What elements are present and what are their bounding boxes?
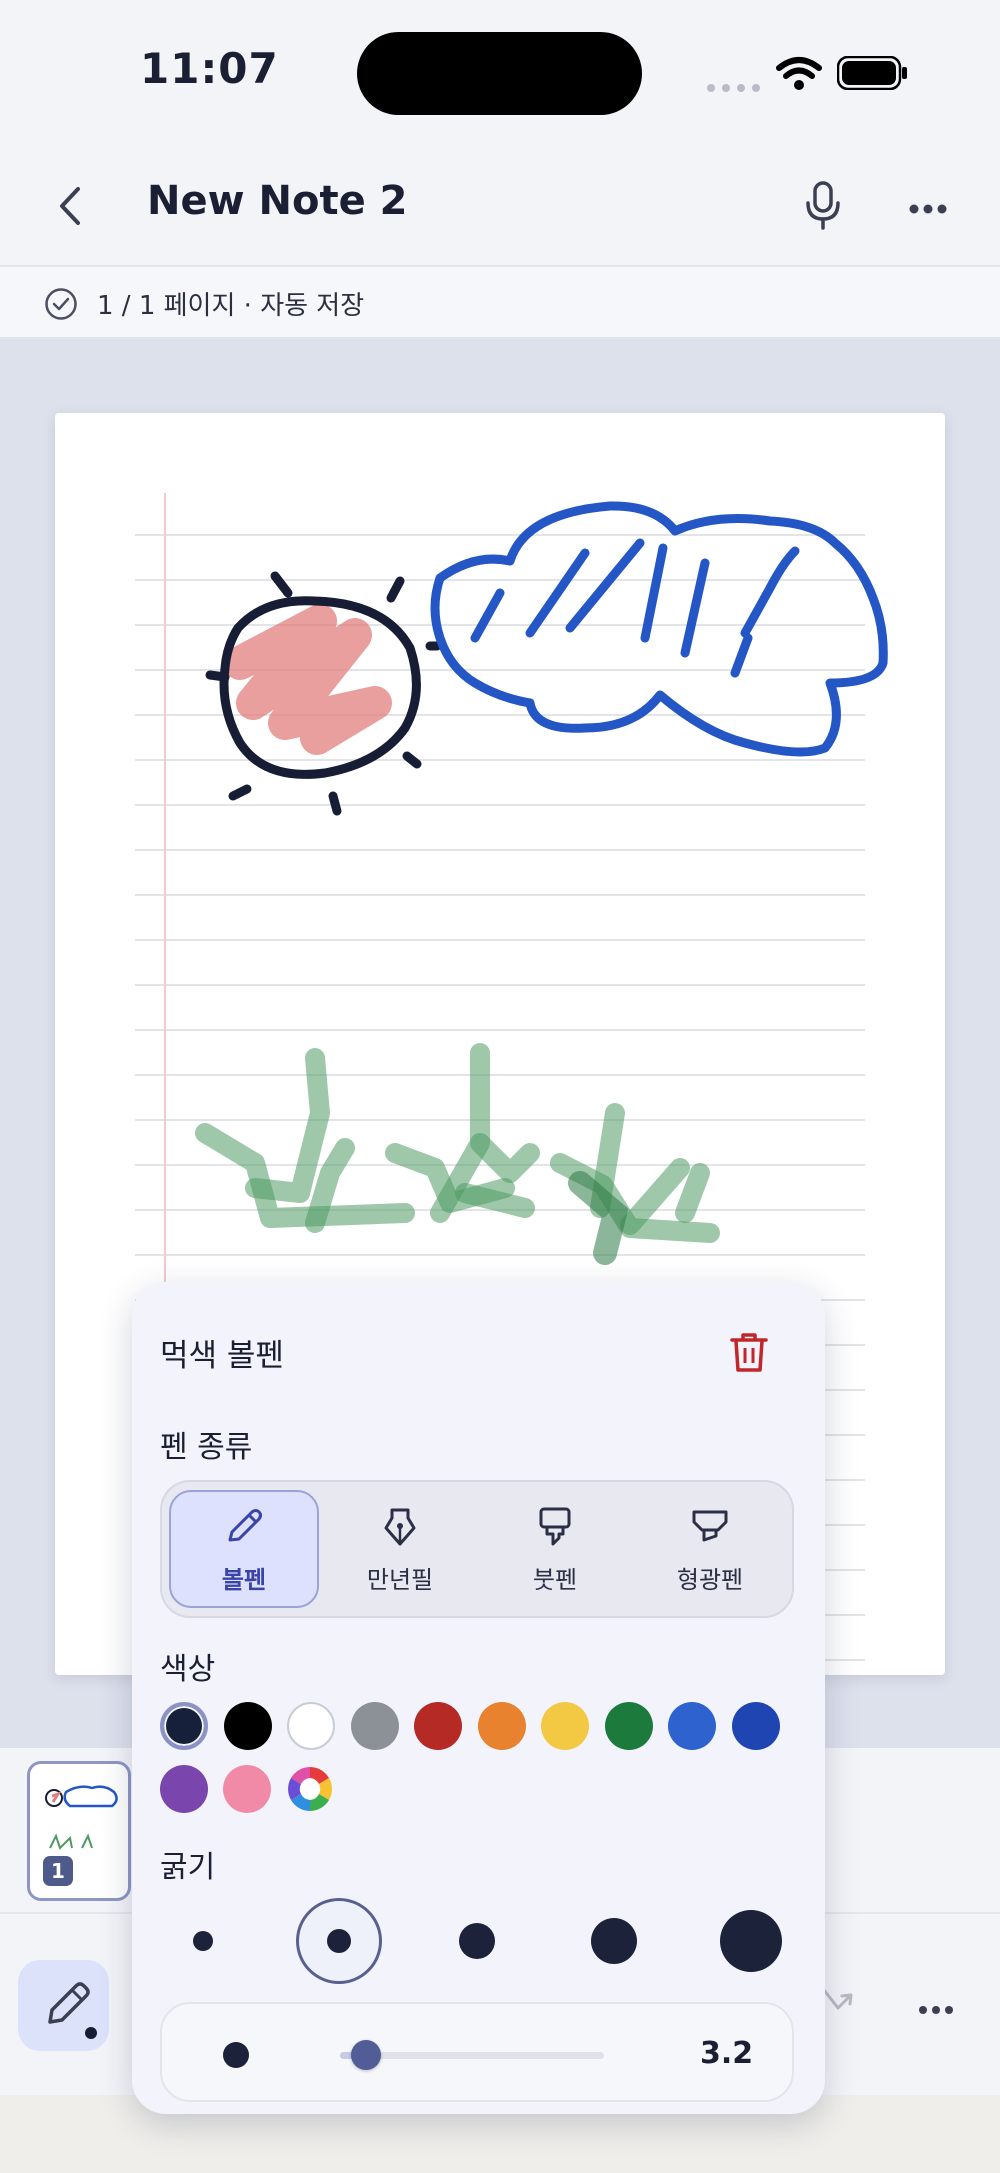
color-label: 색상 <box>160 1652 216 1687</box>
color-swatch[interactable] <box>414 1702 462 1750</box>
delete-pen-button[interactable] <box>728 1330 770 1374</box>
color-swatch[interactable] <box>350 1702 399 1750</box>
dynamic-island <box>357 32 642 115</box>
pen-type-ballpen[interactable]: 볼펜 <box>169 1490 319 1608</box>
highlighter-icon <box>688 1504 732 1552</box>
color-swatch[interactable] <box>160 1765 208 1813</box>
thickness-label: 굵기 <box>160 1850 216 1885</box>
pen-type-label-brush: 붓펜 <box>532 1565 578 1594</box>
thickness-option-5[interactable] <box>720 1910 782 1972</box>
pen-type-label: 펜 종류 <box>160 1430 253 1465</box>
red-scribble-stroke <box>223 604 392 755</box>
color-swatch[interactable] <box>223 1765 271 1813</box>
more-menu-button[interactable] <box>908 200 948 214</box>
pen-type-highlighter[interactable]: 형광펜 <box>635 1490 785 1608</box>
grass-drawing <box>195 1043 720 1243</box>
note-title[interactable]: New Note 2 <box>147 178 407 224</box>
color-swatch[interactable] <box>160 1702 208 1750</box>
pen-tool-button[interactable] <box>18 1960 109 2051</box>
pen-type-selector: 볼펜 만년필 붓펜 형광펜 <box>160 1480 794 1618</box>
color-swatch[interactable] <box>541 1702 589 1750</box>
pen-type-brush[interactable]: 붓펜 <box>480 1490 630 1608</box>
thickness-option-1[interactable] <box>193 1931 213 1951</box>
pen-type-label-fountain: 만년필 <box>366 1565 434 1594</box>
thickness-value: 3.2 <box>700 2036 754 2071</box>
page-number-badge: 1 <box>43 1856 73 1886</box>
fountain-pen-icon <box>378 1504 422 1552</box>
color-swatch[interactable] <box>604 1702 653 1750</box>
back-button[interactable] <box>56 185 84 227</box>
color-swatch[interactable] <box>287 1702 335 1750</box>
save-status-text: 1 / 1 페이지 · 자동 저장 <box>97 291 365 321</box>
thickness-option-4[interactable] <box>591 1918 637 1964</box>
color-swatch[interactable] <box>223 1702 272 1750</box>
signal-icon <box>706 78 762 92</box>
thickness-option-3[interactable] <box>459 1923 495 1959</box>
brush-pen-icon <box>533 1504 577 1552</box>
thickness-option-2[interactable] <box>327 1929 351 1953</box>
color-swatch[interactable] <box>731 1702 780 1750</box>
grass-dark-stroke <box>568 1171 629 1265</box>
wifi-icon <box>776 56 822 92</box>
thickness-preview-dot <box>223 2042 249 2068</box>
battery-icon <box>836 55 909 91</box>
color-swatch[interactable] <box>668 1702 716 1750</box>
status-time: 11:07 <box>140 44 279 93</box>
pen-preset-name: 먹색 볼펜 <box>160 1338 284 1374</box>
pen-type-label-highlighter: 형광펜 <box>676 1565 744 1594</box>
more-tools-button[interactable] <box>918 2000 954 2014</box>
pen-type-fountain[interactable]: 만년필 <box>325 1490 475 1608</box>
check-circle-icon <box>44 287 78 321</box>
color-wheel-icon[interactable] <box>286 1765 334 1813</box>
pen-settings-panel <box>132 1282 825 2114</box>
ballpen-icon <box>222 1504 266 1552</box>
pen-type-label-ballpen: 볼펜 <box>221 1565 267 1594</box>
color-swatch[interactable] <box>477 1702 526 1750</box>
mic-button[interactable] <box>805 181 841 231</box>
